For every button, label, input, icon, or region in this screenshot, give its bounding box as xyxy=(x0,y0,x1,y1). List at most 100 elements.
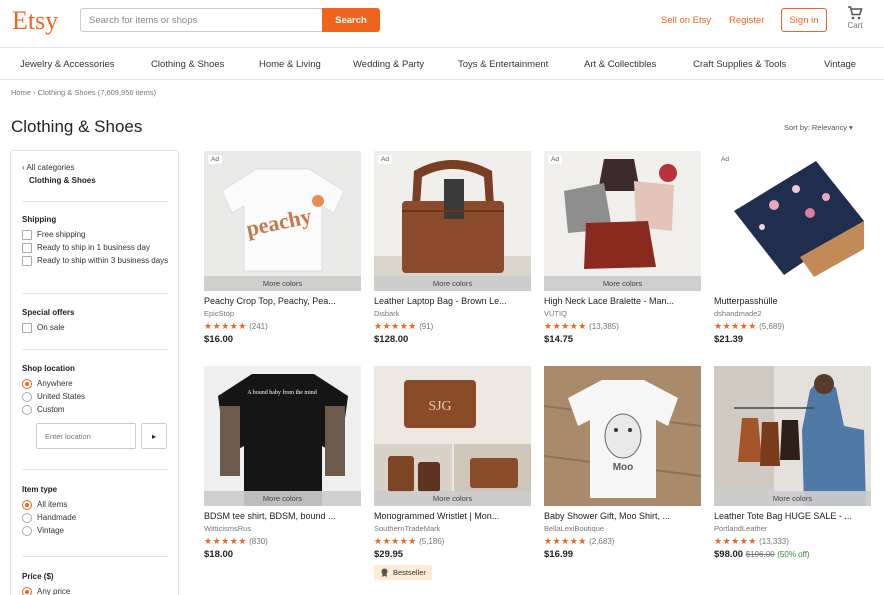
product-title[interactable]: Baby Shower Gift, Moo Shirt, ... xyxy=(544,511,701,521)
checkbox[interactable] xyxy=(22,323,32,333)
product-title[interactable]: Leather Laptop Bag - Brown Le... xyxy=(374,296,531,306)
product-image[interactable]: More colors xyxy=(714,366,871,506)
product-card[interactable]: peachy Ad More colors Peachy Crop Top, P… xyxy=(204,151,361,345)
radio[interactable] xyxy=(22,526,32,536)
sort-dropdown[interactable]: Sort by: Relevancy ▾ xyxy=(784,123,853,132)
shop-name[interactable]: PortlandLeather xyxy=(714,524,871,533)
search-input[interactable] xyxy=(80,8,322,32)
more-colors-bar[interactable]: More colors xyxy=(204,491,361,506)
nav-wedding-party[interactable]: Wedding & Party xyxy=(353,59,424,70)
cart-button[interactable]: Cart xyxy=(842,6,868,30)
divider xyxy=(22,293,169,294)
stars-icon: ★★★★★ xyxy=(544,321,587,331)
product-card[interactable]: A bound baby from the mind More colors B… xyxy=(204,366,361,560)
rating: ★★★★★ (5,689) xyxy=(714,321,871,332)
nav-clothing-shoes[interactable]: Clothing & Shoes xyxy=(151,59,224,70)
product-image[interactable]: Ad More colors xyxy=(374,151,531,291)
radio-selected[interactable] xyxy=(22,587,32,595)
product-title[interactable]: BDSM tee shirt, BDSM, bound ... xyxy=(204,511,361,521)
sign-in-button[interactable]: Sign in xyxy=(781,8,827,32)
any-price-option[interactable]: Any price xyxy=(22,587,169,595)
product-image[interactable]: Ad More colors xyxy=(544,151,701,291)
radio-selected[interactable] xyxy=(22,500,32,510)
vintage-option[interactable]: Vintage xyxy=(22,526,169,536)
radio[interactable] xyxy=(22,392,32,402)
product-card[interactable]: Ad More colors High Neck Lace Bralette -… xyxy=(544,151,701,345)
shop-location-filter: Shop location Anywhere United States Cus… xyxy=(22,364,169,449)
nav-home-living[interactable]: Home & Living xyxy=(259,59,321,70)
product-image[interactable]: peachy Ad More colors xyxy=(204,151,361,291)
more-colors-bar[interactable]: More colors xyxy=(714,491,871,506)
location-go-button[interactable]: ▸ xyxy=(141,423,167,449)
location-input[interactable] xyxy=(36,423,136,449)
more-colors-bar[interactable]: More colors xyxy=(374,276,531,291)
rating: ★★★★★ (91) xyxy=(374,321,531,332)
rating: ★★★★★ (13,333) xyxy=(714,536,871,547)
product-image[interactable]: SJG More colors xyxy=(374,366,531,506)
breadcrumb[interactable]: Home › Clothing & Shoes (7,609,956 items… xyxy=(11,88,156,97)
all-items-option[interactable]: All items xyxy=(22,500,169,510)
more-colors-bar[interactable]: More colors xyxy=(374,491,531,506)
nav-vintage[interactable]: Vintage xyxy=(824,59,856,70)
nav-art-collectibles[interactable]: Art & Collectibles xyxy=(584,59,656,70)
option-label: United States xyxy=(37,392,86,401)
product-card[interactable]: Ad Mutterpasshülle dshandmade2 ★★★★★ (5,… xyxy=(714,151,871,345)
baby-shirt-image: Moo xyxy=(544,366,701,506)
product-image[interactable]: A bound baby from the mind More colors xyxy=(204,366,361,506)
divider xyxy=(22,469,169,470)
product-title[interactable]: Monogrammed Wristlet | Mon... xyxy=(374,511,531,521)
product-title[interactable]: Leather Tote Bag HUGE SALE - ... xyxy=(714,511,871,521)
review-count: (13,333) xyxy=(759,537,789,546)
product-card[interactable]: SJG More colors Monogrammed Wristlet | M… xyxy=(374,366,531,580)
nav-jewelry-accessories[interactable]: Jewelry & Accessories xyxy=(20,59,115,70)
radio-selected[interactable] xyxy=(22,379,32,389)
custom-location-option[interactable]: Custom xyxy=(22,405,169,415)
product-price: $18.00 xyxy=(204,549,234,560)
anywhere-option[interactable]: Anywhere xyxy=(22,379,169,389)
option-label: Vintage xyxy=(37,526,64,535)
checkbox[interactable] xyxy=(22,256,32,266)
product-price: $16.99 xyxy=(544,549,574,560)
product-image[interactable]: Moo xyxy=(544,366,701,506)
shop-name[interactable]: BellaLexiBoutique xyxy=(544,524,701,533)
radio[interactable] xyxy=(22,513,32,523)
peachy-top-image: peachy xyxy=(204,151,361,291)
discount-label: (50% off) xyxy=(777,550,810,559)
radio[interactable] xyxy=(22,405,32,415)
product-card[interactable]: More colors Leather Tote Bag HUGE SALE -… xyxy=(714,366,871,560)
checkbox[interactable] xyxy=(22,243,32,253)
shop-name[interactable]: WitticismsRus xyxy=(204,524,361,533)
stars-icon: ★★★★★ xyxy=(714,536,757,546)
option-label: All items xyxy=(37,500,68,509)
nav-toys-entertainment[interactable]: Toys & Entertainment xyxy=(458,59,548,70)
shop-name[interactable]: Disbark xyxy=(374,309,531,318)
product-title[interactable]: Mutterpasshülle xyxy=(714,296,871,306)
item-type-filter: Item type All items Handmade Vintage xyxy=(22,485,169,539)
shop-name[interactable]: dshandmade2 xyxy=(714,309,871,318)
search-button[interactable]: Search xyxy=(322,8,380,32)
nav-craft-supplies[interactable]: Craft Supplies & Tools xyxy=(693,59,786,70)
ship-3-days-option[interactable]: Ready to ship within 3 business days xyxy=(22,256,169,266)
shop-name[interactable]: SouthernTradeMark xyxy=(374,524,531,533)
more-colors-bar[interactable]: More colors xyxy=(204,276,361,291)
pouch-image xyxy=(714,151,871,291)
shop-name[interactable]: EpicStop xyxy=(204,309,361,318)
more-colors-bar[interactable]: More colors xyxy=(544,276,701,291)
product-card[interactable]: Ad More colors Leather Laptop Bag - Brow… xyxy=(374,151,531,345)
shop-name[interactable]: VUTIQ xyxy=(544,309,701,318)
register-link[interactable]: Register xyxy=(729,15,764,26)
product-title[interactable]: High Neck Lace Bralette - Man... xyxy=(544,296,701,306)
sell-on-etsy-link[interactable]: Sell on Etsy xyxy=(661,15,711,26)
checkbox[interactable] xyxy=(22,230,32,240)
all-categories-link[interactable]: ‹ All categories xyxy=(22,163,169,172)
free-shipping-option[interactable]: Free shipping xyxy=(22,230,169,240)
on-sale-option[interactable]: On sale xyxy=(22,323,169,333)
product-card[interactable]: Moo Baby Shower Gift, Moo Shirt, ... Bel… xyxy=(544,366,701,560)
ship-1-day-option[interactable]: Ready to ship in 1 business day xyxy=(22,243,169,253)
product-image[interactable]: Ad xyxy=(714,151,871,291)
product-title[interactable]: Peachy Crop Top, Peachy, Pea... xyxy=(204,296,361,306)
united-states-option[interactable]: United States xyxy=(22,392,169,402)
etsy-logo[interactable]: Etsy xyxy=(12,6,58,36)
handmade-option[interactable]: Handmade xyxy=(22,513,169,523)
stars-icon: ★★★★★ xyxy=(374,536,417,546)
